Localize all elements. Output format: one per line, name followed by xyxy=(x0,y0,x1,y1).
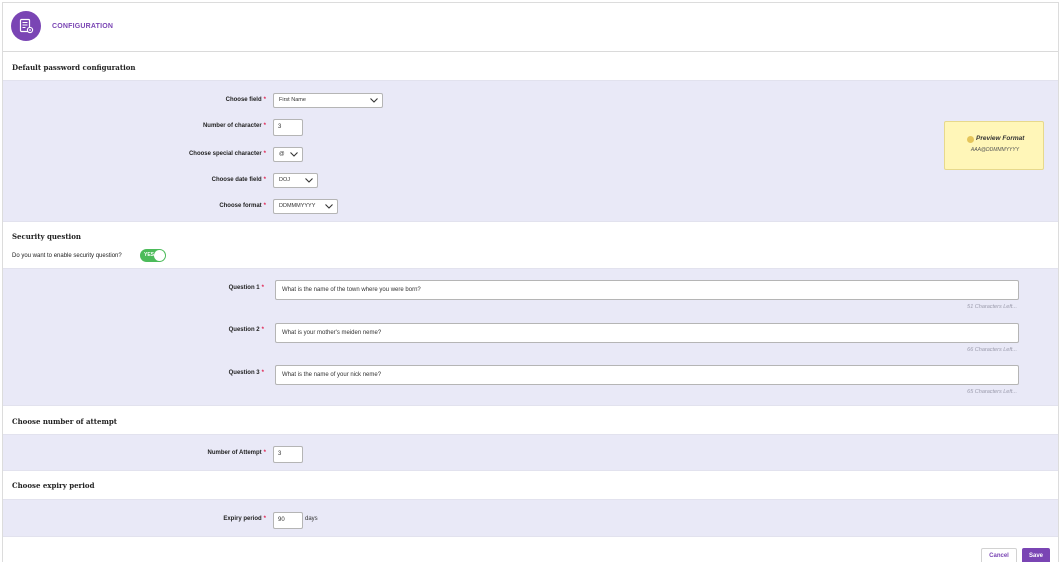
configuration-panel: CONFIGURATION Default password configura… xyxy=(2,2,1059,562)
password-config-band: Choose field * First Name Number of chara… xyxy=(3,80,1058,222)
enable-security-toggle[interactable]: YES xyxy=(140,249,166,262)
choose-field-label: Choose field * xyxy=(225,97,266,103)
format-select[interactable]: DDMMMYYYY xyxy=(273,199,338,214)
expiry-section-title: Choose expiry period xyxy=(12,481,95,490)
num-chars-label: Number of character * xyxy=(202,123,266,129)
cancel-button[interactable]: Cancel xyxy=(981,548,1017,562)
chevron-down-icon xyxy=(325,204,333,209)
attempts-section-title: Choose number of attempt xyxy=(12,417,117,426)
toggle-label: YES xyxy=(144,252,155,258)
security-questions-band: Question 1 * What is the name of the town… xyxy=(3,268,1058,406)
save-button[interactable]: Save xyxy=(1022,548,1050,562)
num-attempt-input[interactable]: 3 xyxy=(273,446,303,463)
preview-format-card: Preview Format AAA@DDMMMYYYY xyxy=(944,121,1044,170)
toggle-knob xyxy=(154,250,165,261)
question-2-label: Question 2 * xyxy=(228,327,264,333)
password-config-section-title: Default password configuration xyxy=(12,63,136,72)
format-label: Choose format * xyxy=(219,203,266,209)
expiry-period-input[interactable]: 90 xyxy=(273,512,303,529)
preview-format-value: AAA@DDMMMYYYY xyxy=(970,147,1020,153)
special-char-select[interactable]: @ xyxy=(273,147,303,162)
question-1-input[interactable]: What is the name of the town where you w… xyxy=(275,280,1019,300)
chevron-down-icon xyxy=(370,98,378,103)
expiry-unit-label: days xyxy=(305,516,318,522)
question-2-input[interactable]: What is your mother's meiden neme? xyxy=(275,323,1019,343)
expiry-period-label: Expiry period * xyxy=(223,516,266,522)
page-title: CONFIGURATION xyxy=(52,23,114,30)
preview-format-title: Preview Format xyxy=(976,135,1025,142)
chevron-down-icon xyxy=(305,178,313,183)
enable-security-question-label: Do you want to enable security question? xyxy=(12,253,122,259)
question-1-label: Question 1 * xyxy=(228,285,264,291)
question-3-input[interactable]: What is the name of your nick neme? xyxy=(275,365,1019,385)
question-1-chars-left: 51 Characters Left... xyxy=(967,304,1017,310)
num-chars-input[interactable]: 3 xyxy=(273,119,303,136)
page-header: CONFIGURATION xyxy=(3,3,1058,52)
question-3-label: Question 3 * xyxy=(228,370,264,376)
choose-field-select[interactable]: First Name xyxy=(273,93,383,108)
question-3-chars-left: 65 Characters Left... xyxy=(967,389,1017,395)
attempts-band: Number of Attempt * 3 xyxy=(3,434,1058,471)
date-field-select[interactable]: DOJ xyxy=(273,173,318,188)
bulb-icon xyxy=(967,136,974,143)
security-section-title: Security question xyxy=(12,232,81,241)
question-2-chars-left: 66 Characters Left... xyxy=(967,347,1017,353)
chevron-down-icon xyxy=(290,152,298,157)
num-attempt-label: Number of Attempt * xyxy=(207,450,266,456)
expiry-band: Expiry period * 90 xyxy=(3,499,1058,537)
date-field-label: Choose date field * xyxy=(211,177,266,183)
special-char-label: Choose special character * xyxy=(188,151,266,157)
settings-document-icon xyxy=(11,11,41,41)
